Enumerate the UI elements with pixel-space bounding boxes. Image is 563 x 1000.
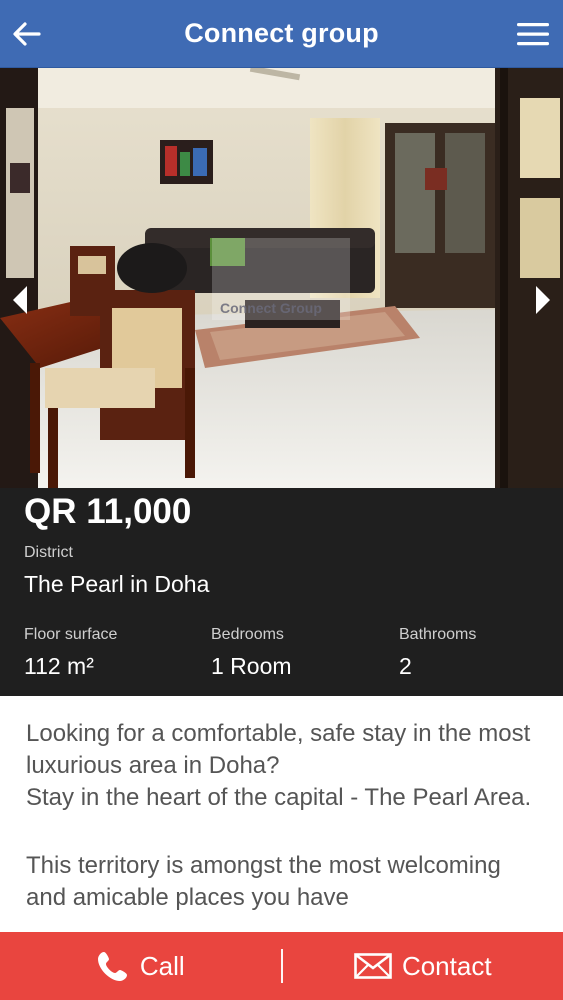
hamburger-menu-icon <box>517 23 549 46</box>
contact-label: Contact <box>401 950 492 981</box>
bathrooms-value: 2 <box>399 653 412 679</box>
photo-watermark: Connect Group <box>220 300 322 316</box>
listing-info-panel: QR 11,000 District The Pearl in Doha Flo… <box>0 488 563 696</box>
apartment-photo-illustration: Connect Group <box>0 68 563 488</box>
description-paragraph: Looking for a comfortable, safe stay in … <box>26 720 531 779</box>
floor-surface-stat: Floor surface 112 m² <box>24 626 117 680</box>
bottom-action-bar: Call Contact <box>0 932 563 1000</box>
description-paragraph: Stay in the heart of the capital - The P… <box>26 784 532 811</box>
listing-price: QR 11,000 <box>24 492 192 531</box>
call-button[interactable]: Call <box>0 932 281 1000</box>
description-paragraph: This territory is amongst the most welco… <box>26 852 501 911</box>
floor-surface-label: Floor surface <box>24 626 118 643</box>
next-photo-button[interactable] <box>525 278 561 322</box>
floor-surface-value: 112 m² <box>24 653 94 679</box>
page-title: Connect group <box>184 18 379 48</box>
envelope-icon <box>354 953 392 979</box>
back-button[interactable] <box>10 16 44 52</box>
bathrooms-label: Bathrooms <box>399 626 477 643</box>
chevron-left-icon <box>13 286 27 314</box>
bathrooms-stat: Bathrooms 2 <box>399 626 476 680</box>
district-label: District <box>24 544 73 561</box>
listing-photo[interactable]: Connect Group <box>0 68 563 488</box>
contact-button[interactable]: Contact <box>283 932 563 1000</box>
chevron-right-icon <box>536 286 550 314</box>
bedrooms-label: Bedrooms <box>211 626 284 643</box>
district-value: The Pearl in Doha <box>24 571 210 597</box>
call-label: Call <box>139 950 185 981</box>
action-divider <box>280 949 283 983</box>
previous-photo-button[interactable] <box>2 278 38 322</box>
bedrooms-stat: Bedrooms 1 Room <box>211 626 292 680</box>
phone-icon <box>97 952 127 981</box>
menu-button[interactable] <box>515 18 551 50</box>
app-header: Connect group <box>0 0 563 68</box>
arrow-left-icon <box>13 22 41 46</box>
listing-description: Looking for a comfortable, safe stay in … <box>0 696 563 932</box>
bedrooms-value: 1 Room <box>211 653 292 679</box>
